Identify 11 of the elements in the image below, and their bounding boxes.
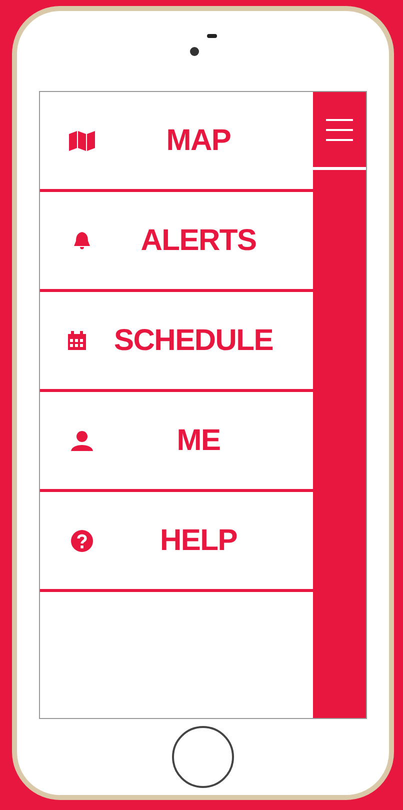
bell-icon bbox=[72, 230, 92, 250]
menu-label: HELP bbox=[158, 523, 238, 559]
menu-label: ALERTS bbox=[140, 223, 258, 259]
map-icon bbox=[69, 130, 95, 150]
menu-label: ME bbox=[176, 423, 222, 459]
menu-label: MAP bbox=[165, 123, 232, 159]
help-icon bbox=[71, 530, 93, 552]
speaker-slot bbox=[206, 34, 216, 38]
person-icon bbox=[71, 430, 93, 450]
menu-label: SCHEDULE bbox=[114, 323, 274, 359]
calendar-icon bbox=[66, 330, 87, 350]
